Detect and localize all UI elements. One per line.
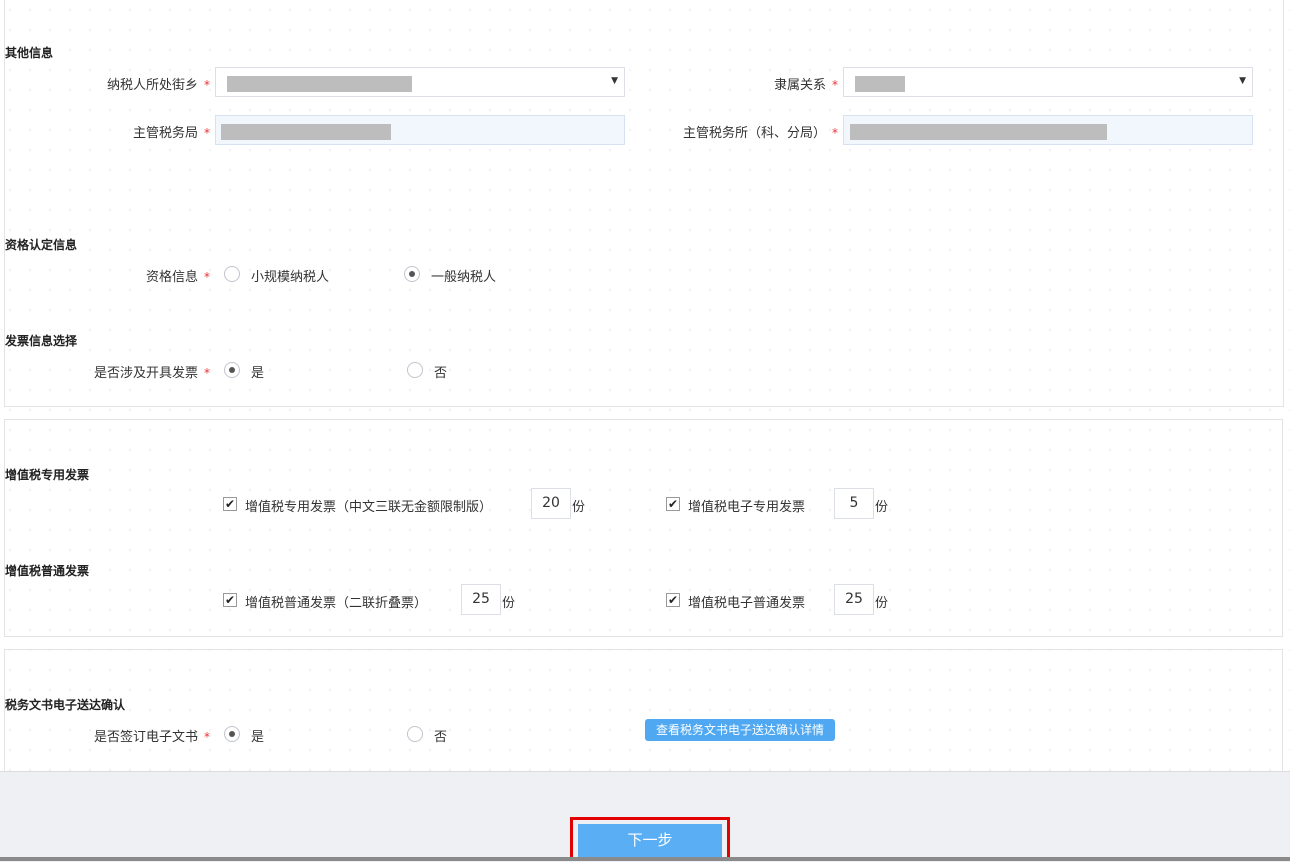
qty-input-vat-general-electronic[interactable]: 25 — [834, 584, 874, 615]
checkbox-label-vat-special-paper: 增值税专用发票（中文三联无金额限制版） — [245, 500, 493, 515]
radio-label-e-doc-yes: 是 — [251, 730, 265, 745]
qty-input-vat-special-paper[interactable]: 20 — [531, 488, 571, 519]
radio-label-general-taxpayer: 一般纳税人 — [431, 270, 497, 285]
tax-bureau-label: 主管税务局 * — [132, 126, 210, 141]
affiliation-select[interactable]: ▼ — [843, 67, 1253, 97]
redacted-value — [221, 124, 391, 140]
chevron-down-icon: ▼ — [611, 76, 618, 86]
invoice-quantity-panel — [4, 419, 1283, 637]
radio-invoice-no[interactable] — [407, 362, 423, 378]
unit-label: 份 — [502, 596, 516, 611]
checkbox-label-vat-special-electronic: 增值税电子专用发票 — [688, 500, 806, 515]
view-e-doc-details-button[interactable]: 查看税务文书电子送达确认详情 — [645, 719, 835, 741]
qualification-label: 资格信息 * — [145, 270, 210, 285]
section-title-vat-special: 增值税专用发票 — [5, 468, 90, 482]
section-title-e-doc: 税务文书电子送达确认 — [5, 698, 126, 712]
redacted-value — [227, 76, 412, 92]
chevron-down-icon: ▼ — [1239, 76, 1246, 86]
section-title-qualification: 资格认定信息 — [5, 238, 78, 252]
tax-office-field — [843, 115, 1253, 145]
panel-border — [4, 406, 1284, 407]
redacted-value — [855, 76, 905, 92]
next-step-button[interactable]: 下一步 — [578, 824, 722, 857]
redacted-value — [850, 124, 1107, 140]
street-label: 纳税人所处街乡 * — [106, 78, 210, 93]
tax-office-label: 主管税务所（科、分局） * — [682, 126, 838, 141]
qty-input-vat-special-electronic[interactable]: 5 — [834, 488, 874, 519]
radio-label-small-scale: 小规模纳税人 — [251, 270, 330, 285]
section-title-vat-general: 增值税普通发票 — [5, 564, 90, 578]
checkbox-vat-special-electronic[interactable]: ✔ — [666, 497, 680, 511]
panel-border — [1283, 0, 1284, 406]
radio-label-e-doc-no: 否 — [434, 730, 448, 745]
e-doc-label: 是否签订电子文书 * — [93, 730, 210, 745]
unit-label: 份 — [572, 500, 586, 515]
radio-invoice-yes[interactable] — [224, 362, 240, 378]
unit-label: 份 — [875, 596, 889, 611]
checkbox-vat-special-paper[interactable]: ✔ — [223, 497, 237, 511]
checkbox-label-vat-general-paper: 增值税普通发票（二联折叠票） — [245, 596, 428, 611]
radio-small-scale[interactable] — [224, 266, 240, 282]
checkbox-vat-general-electronic[interactable]: ✔ — [666, 593, 680, 607]
e-doc-panel — [4, 649, 1283, 772]
next-button-highlight: 下一步 — [570, 817, 730, 861]
radio-label-invoice-no: 否 — [434, 366, 448, 381]
street-select[interactable]: ▼ — [215, 67, 625, 97]
tax-bureau-field — [215, 115, 625, 145]
unit-label: 份 — [875, 500, 889, 515]
invoice-issue-label: 是否涉及开具发票 * — [93, 366, 210, 381]
radio-e-doc-no[interactable] — [407, 726, 423, 742]
checkbox-vat-general-paper[interactable]: ✔ — [223, 593, 237, 607]
qty-input-vat-general-paper[interactable]: 25 — [461, 584, 501, 615]
affiliation-label: 隶属关系 * — [773, 78, 838, 93]
bottom-divider — [0, 857, 1290, 861]
panel-border — [4, 0, 5, 406]
radio-general-taxpayer[interactable] — [404, 266, 420, 282]
checkbox-label-vat-general-electronic: 增值税电子普通发票 — [688, 596, 806, 611]
section-title-other-info: 其他信息 — [5, 46, 54, 60]
radio-label-invoice-yes: 是 — [251, 366, 265, 381]
radio-e-doc-yes[interactable] — [224, 726, 240, 742]
section-title-invoice-choice: 发票信息选择 — [5, 334, 78, 348]
